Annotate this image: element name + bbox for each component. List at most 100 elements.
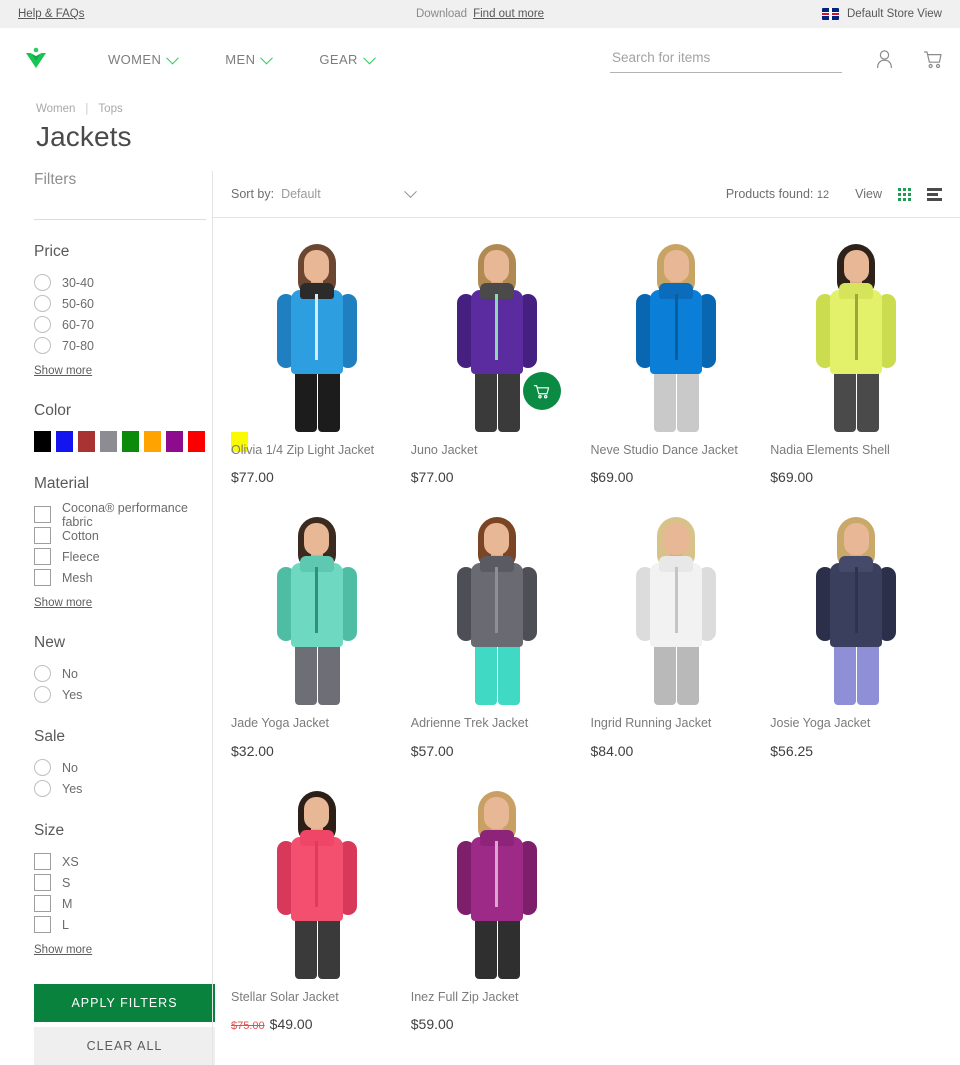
shopping-cart-icon[interactable] (923, 50, 942, 69)
filter-option-price-60-70[interactable]: 60-70 (34, 314, 212, 335)
filter-option-price-70-80[interactable]: 70-80 (34, 335, 212, 356)
filter-option-material-mesh[interactable]: Mesh (34, 567, 212, 588)
product-image[interactable] (231, 780, 403, 979)
product-name[interactable]: Neve Studio Dance Jacket (591, 442, 763, 458)
product-card[interactable]: Inez Full Zip Jacket $59.00 (410, 780, 591, 1054)
product-price: $32.00 (231, 743, 403, 759)
product-name[interactable]: Josie Yoga Jacket (770, 715, 942, 731)
filter-option-label: Yes (62, 781, 83, 796)
product-image[interactable] (590, 507, 763, 706)
page-title: Jackets (36, 121, 132, 152)
product-card[interactable]: Olivia 1/4 Zip Light Jacket $77.00 (231, 234, 411, 507)
search-area (610, 45, 842, 73)
radio-icon (34, 759, 51, 776)
product-card[interactable]: Nadia Elements Shell $69.00 (770, 234, 950, 507)
clear-all-button[interactable]: CLEAR ALL (34, 1027, 215, 1065)
color-swatch-blue[interactable] (56, 431, 73, 452)
product-name[interactable]: Adrienne Trek Jacket (411, 715, 583, 731)
product-name[interactable]: Juno Jacket (411, 442, 583, 458)
filter-option-size-m[interactable]: M (34, 893, 212, 914)
color-swatch-green[interactable] (122, 431, 139, 452)
filter-option-price-50-60[interactable]: 50-60 (34, 293, 212, 314)
filter-option-price-30-40[interactable]: 30-40 (34, 272, 212, 293)
filter-option-size-l[interactable]: L (34, 914, 212, 935)
product-image[interactable] (410, 507, 583, 706)
nav-item-gear[interactable]: GEAR (295, 51, 397, 67)
filter-option-label: Cotton (62, 528, 99, 543)
filter-group-color: Color (34, 379, 248, 452)
product-card[interactable]: Neve Studio Dance Jacket $69.00 (590, 234, 771, 507)
product-image[interactable] (410, 780, 583, 979)
product-image[interactable] (590, 234, 763, 432)
nav-item-men[interactable]: MEN (201, 51, 295, 67)
filter-option-new-yes[interactable]: Yes (34, 684, 212, 705)
filter-option-label: Fleece (62, 549, 100, 564)
add-to-cart-icon[interactable] (522, 372, 561, 410)
product-image[interactable] (770, 234, 942, 432)
filter-option-new-no[interactable]: No (34, 663, 212, 684)
list-view-icon[interactable] (927, 187, 942, 201)
toolbar-right: Products found: 12 View (726, 187, 942, 201)
filter-group-material: Material Cocona® performance fabric Cott… (34, 452, 212, 611)
radio-icon (34, 274, 51, 291)
product-name[interactable]: Jade Yoga Jacket (231, 715, 403, 731)
filter-option-label: XS (62, 854, 79, 869)
product-name[interactable]: Ingrid Running Jacket (591, 715, 763, 731)
breadcrumb-separator: | (85, 103, 89, 115)
site-header: WOMEN MEN GEAR (0, 28, 960, 90)
brand-chevron-logo[interactable] (18, 46, 54, 72)
filter-option-label: L (62, 917, 69, 932)
product-card[interactable]: Stellar Solar Jacket $75.00 $49.00 (231, 780, 411, 1054)
filter-option-sale-yes[interactable]: Yes (34, 778, 212, 799)
breadcrumb-item-tops[interactable]: Tops (98, 103, 122, 115)
breadcrumb-item-women[interactable]: Women (36, 103, 75, 115)
color-swatch-gray[interactable] (100, 431, 117, 452)
content-area: Filters Price 30-40 50-60 60-70 70-80 Sh… (0, 153, 960, 1065)
color-swatch-orange[interactable] (144, 431, 161, 452)
filter-option-material-fleece[interactable]: Fleece (34, 546, 212, 567)
color-swatch-purple[interactable] (166, 431, 183, 452)
product-card[interactable]: Adrienne Trek Jacket $57.00 (410, 507, 591, 780)
product-price: $77.00 (411, 469, 583, 485)
product-price: $77.00 (231, 469, 403, 485)
product-photo-illustration (439, 783, 555, 979)
search-input[interactable] (610, 45, 842, 73)
product-photo-illustration (259, 783, 375, 979)
product-card[interactable]: Josie Yoga Jacket $56.25 (770, 507, 950, 780)
filter-option-label: Yes (62, 687, 83, 702)
grid-view-icon[interactable] (898, 187, 911, 201)
product-image[interactable] (410, 234, 583, 432)
filter-option-size-s[interactable]: S (34, 872, 212, 893)
product-name[interactable]: Nadia Elements Shell (770, 442, 942, 458)
user-account-icon[interactable] (876, 49, 893, 69)
sort-by-control[interactable]: Sort by: Default (231, 184, 417, 201)
product-name[interactable]: Olivia 1/4 Zip Light Jacket (231, 442, 403, 458)
checkbox-icon (34, 527, 51, 544)
color-swatch-red[interactable] (188, 431, 205, 452)
color-swatch-black[interactable] (34, 431, 51, 452)
filter-group-new: New No Yes (34, 611, 212, 705)
show-more-price[interactable]: Show more (34, 365, 92, 377)
apply-filters-button[interactable]: APPLY FILTERS (34, 984, 215, 1022)
product-image[interactable] (231, 234, 403, 432)
product-card[interactable]: Ingrid Running Jacket $84.00 (590, 507, 771, 780)
product-card[interactable]: Juno Jacket $77.00 (410, 234, 591, 507)
color-swatch-brown[interactable] (78, 431, 95, 452)
store-view-label: Default Store View (846, 8, 942, 20)
filter-option-sale-no[interactable]: No (34, 757, 212, 778)
product-image[interactable] (770, 507, 942, 706)
product-image[interactable] (231, 507, 403, 706)
filter-option-material-cocona[interactable]: Cocona® performance fabric (34, 501, 212, 529)
product-final-price: $32.00 (231, 742, 274, 759)
product-name[interactable]: Stellar Solar Jacket (231, 989, 403, 1005)
show-more-material[interactable]: Show more (34, 597, 92, 609)
find-out-more-link[interactable]: Find out more (473, 8, 544, 20)
product-card[interactable]: Jade Yoga Jacket $32.00 (231, 507, 411, 780)
product-price: $69.00 (770, 469, 942, 485)
chevron-down-icon[interactable] (403, 184, 417, 198)
product-name[interactable]: Inez Full Zip Jacket (411, 989, 583, 1005)
store-view-switcher[interactable]: Default Store View (821, 8, 942, 20)
filter-option-size-xs[interactable]: XS (34, 851, 212, 872)
show-more-size[interactable]: Show more (34, 944, 92, 956)
nav-item-women[interactable]: WOMEN (84, 51, 201, 67)
